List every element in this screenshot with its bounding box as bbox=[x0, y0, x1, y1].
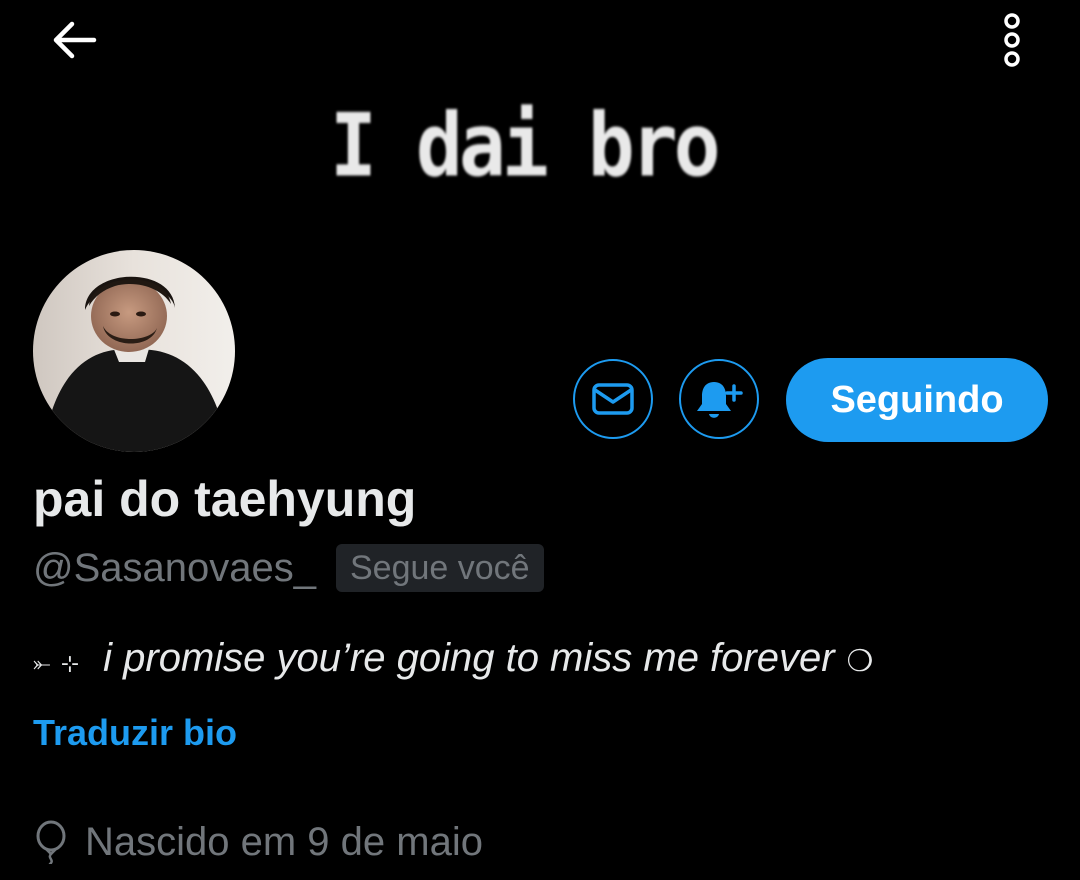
bell-plus-icon bbox=[694, 376, 744, 422]
banner-text: I dai bro bbox=[330, 96, 721, 197]
birthdate-row: Nascido em 9 de maio bbox=[33, 817, 483, 867]
bio-text: i promise you’re going to miss me foreve… bbox=[103, 636, 835, 680]
display-name: pai do taehyung bbox=[33, 471, 417, 527]
follows-you-badge: Segue você bbox=[336, 544, 544, 592]
back-button[interactable] bbox=[44, 14, 104, 66]
balloon-icon bbox=[33, 820, 69, 864]
notifications-button[interactable] bbox=[679, 359, 759, 439]
avatar[interactable] bbox=[33, 250, 235, 452]
following-button[interactable]: Seguindo bbox=[786, 358, 1048, 442]
more-options-button[interactable] bbox=[990, 10, 1034, 70]
message-button[interactable] bbox=[573, 359, 653, 439]
birthdate-text: Nascido em 9 de maio bbox=[85, 819, 483, 864]
bio-suffix: ❍ bbox=[846, 645, 874, 678]
arrow-left-icon bbox=[50, 20, 98, 60]
username-handle: @Sasanovaes_ bbox=[33, 546, 317, 590]
bio: ⤜ ⊹ i promise you’re going to miss me fo… bbox=[33, 636, 873, 681]
more-vertical-icon bbox=[1000, 12, 1024, 68]
bio-prefix: ⤜ ⊹ bbox=[33, 651, 82, 676]
envelope-icon bbox=[591, 382, 635, 416]
translate-bio-link[interactable]: Traduzir bio bbox=[33, 712, 237, 754]
profile-banner[interactable]: I dai bro bbox=[0, 0, 1080, 250]
